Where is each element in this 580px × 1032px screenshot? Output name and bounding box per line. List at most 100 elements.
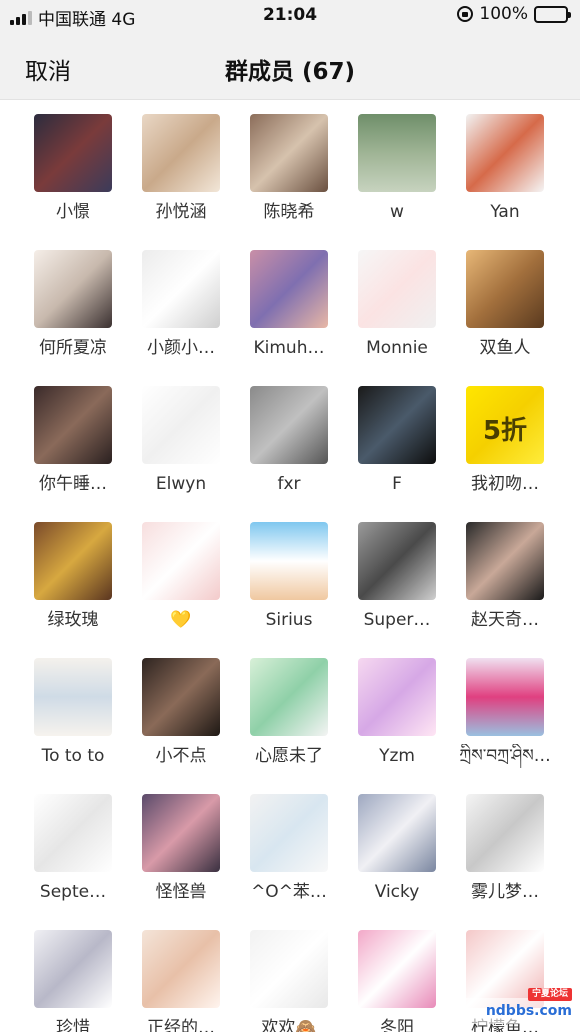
member-name: ^O^苯…: [251, 882, 327, 902]
avatar[interactable]: [466, 658, 544, 736]
member-name: 心愿未了: [255, 746, 323, 766]
member-item[interactable]: 💛: [127, 522, 235, 632]
member-item[interactable]: 孙悦涵: [127, 114, 235, 224]
member-item[interactable]: ^O^苯…: [235, 794, 343, 904]
member-name: Yan: [490, 202, 520, 222]
avatar[interactable]: [34, 658, 112, 736]
member-item[interactable]: Super…: [343, 522, 451, 632]
member-item[interactable]: 小憬: [19, 114, 127, 224]
battery-icon: [534, 5, 571, 23]
avatar[interactable]: [142, 522, 220, 600]
member-name: 欢欢🙈: [261, 1018, 317, 1032]
status-bar: 中国联通 4G 21:04 100%: [0, 0, 580, 32]
member-name: 💛: [170, 610, 192, 630]
member-name: Septe…: [39, 882, 107, 902]
member-item[interactable]: 绿玫瑰: [19, 522, 127, 632]
member-name: 冬阳: [380, 1018, 414, 1032]
member-item[interactable]: Yan: [451, 114, 559, 224]
member-item[interactable]: Kimuh…: [235, 250, 343, 360]
member-name: 正经的…: [147, 1018, 215, 1032]
avatar[interactable]: [250, 250, 328, 328]
avatar[interactable]: [34, 930, 112, 1008]
member-item[interactable]: 正经的…: [127, 930, 235, 1032]
member-name: 你午睡…: [39, 474, 107, 494]
member-item[interactable]: 何所夏凉: [19, 250, 127, 360]
member-name: Elwyn: [155, 474, 207, 494]
member-name: Super…: [363, 610, 431, 630]
avatar[interactable]: [142, 250, 220, 328]
avatar[interactable]: [250, 522, 328, 600]
member-name: Monnie: [366, 338, 428, 358]
avatar[interactable]: [358, 522, 436, 600]
rotation-lock-icon: [457, 6, 474, 22]
avatar[interactable]: [466, 522, 544, 600]
avatar[interactable]: [250, 658, 328, 736]
nav-bar: 取消 群成员 (67): [0, 32, 580, 100]
member-item[interactable]: Sirius: [235, 522, 343, 632]
member-name: Yzm: [379, 746, 415, 766]
member-item[interactable]: 心愿未了: [235, 658, 343, 768]
member-name: 孙悦涵: [155, 202, 207, 222]
member-item[interactable]: 怪怪兽: [127, 794, 235, 904]
member-name: 何所夏凉: [39, 338, 107, 358]
member-name: 小不点: [155, 746, 207, 766]
page-title: 群成员 (67): [224, 59, 356, 85]
avatar[interactable]: [250, 114, 328, 192]
avatar[interactable]: [142, 114, 220, 192]
member-item[interactable]: Septe…: [19, 794, 127, 904]
avatar[interactable]: [34, 522, 112, 600]
member-item[interactable]: To to to: [19, 658, 127, 768]
member-item[interactable]: 欢欢🙈: [235, 930, 343, 1032]
member-item[interactable]: 雾儿梦…: [451, 794, 559, 904]
member-name: fxr: [277, 474, 301, 494]
avatar[interactable]: [358, 930, 436, 1008]
avatar[interactable]: [466, 794, 544, 872]
avatar[interactable]: [358, 386, 436, 464]
avatar[interactable]: [358, 658, 436, 736]
avatar[interactable]: [358, 794, 436, 872]
avatar[interactable]: [250, 930, 328, 1008]
avatar[interactable]: [34, 114, 112, 192]
member-item[interactable]: 你午睡…: [19, 386, 127, 496]
member-item[interactable]: 小颜小…: [127, 250, 235, 360]
avatar[interactable]: [142, 930, 220, 1008]
member-item[interactable]: Monnie: [343, 250, 451, 360]
member-item[interactable]: 陈晓希: [235, 114, 343, 224]
avatar[interactable]: [142, 794, 220, 872]
avatar[interactable]: [34, 250, 112, 328]
avatar[interactable]: [34, 386, 112, 464]
avatar[interactable]: [142, 386, 220, 464]
member-name: F: [392, 474, 402, 494]
avatar[interactable]: [466, 114, 544, 192]
member-item[interactable]: ཀྲིས་བཀྲ་ཤིས…: [451, 658, 559, 768]
member-name: 怪怪兽: [155, 882, 207, 902]
member-grid: 小憬 孙悦涵 陈晓希 w Yan 何所夏凉 小颜小… Kimuh… Monnie 双鱼人你午睡… E…: [0, 100, 580, 1032]
member-item[interactable]: F: [343, 386, 451, 496]
member-item[interactable]: 双鱼人: [451, 250, 559, 360]
site-watermark: 宁夏论坛 ndbbs.com: [454, 988, 572, 1024]
avatar[interactable]: 5折: [466, 386, 544, 464]
member-name: ཀྲིས་བཀྲ་ཤིས…: [459, 746, 551, 766]
avatar[interactable]: [250, 386, 328, 464]
member-item[interactable]: fxr: [235, 386, 343, 496]
avatar[interactable]: [358, 114, 436, 192]
watermark-text: ndbbs.com: [485, 1003, 572, 1019]
status-right: 100%: [457, 4, 571, 24]
avatar[interactable]: [466, 250, 544, 328]
member-name: 赵天奇…: [471, 610, 539, 630]
avatar[interactable]: [142, 658, 220, 736]
member-item[interactable]: Vicky: [343, 794, 451, 904]
member-name: Kimuh…: [253, 338, 325, 358]
member-item[interactable]: 赵天奇…: [451, 522, 559, 632]
member-item[interactable]: Elwyn: [127, 386, 235, 496]
member-item[interactable]: w: [343, 114, 451, 224]
member-item[interactable]: 小不点: [127, 658, 235, 768]
avatar[interactable]: [358, 250, 436, 328]
member-item[interactable]: Yzm: [343, 658, 451, 768]
member-name: Vicky: [374, 882, 420, 902]
member-item[interactable]: 5折 我初吻…: [451, 386, 559, 496]
member-item[interactable]: 珍惜: [19, 930, 127, 1032]
avatar[interactable]: [250, 794, 328, 872]
avatar[interactable]: [34, 794, 112, 872]
member-item[interactable]: 冬阳: [343, 930, 451, 1032]
